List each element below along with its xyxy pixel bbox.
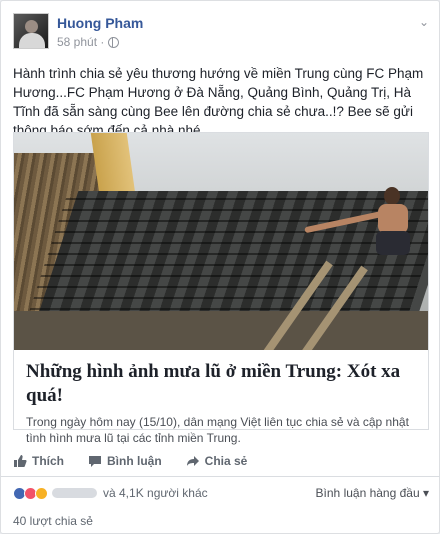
author-name[interactable]: Huong Pham (57, 15, 143, 31)
sad-reaction-icon[interactable] (35, 486, 48, 500)
comment-icon (89, 456, 101, 467)
post-card: Huong Pham 58 phút · ⌄ Hành trình chia s… (0, 0, 440, 534)
comment-label: Bình luận (107, 454, 162, 468)
divider (1, 476, 440, 477)
thumbs-up-icon (14, 455, 27, 467)
person-head (384, 187, 400, 205)
link-title[interactable]: Những hình ảnh mưa lũ ở miền Trung: Xót … (26, 360, 416, 408)
share-arrow-icon (186, 456, 199, 466)
like-label: Thích (32, 454, 64, 468)
link-preview[interactable]: Những hình ảnh mưa lũ ở miền Trung: Xót … (13, 132, 429, 445)
share-button[interactable]: Chia sẻ (186, 454, 248, 468)
avatar-head (25, 20, 38, 33)
post-meta: 58 phút · (57, 35, 120, 49)
reactions-bar: và 4,1K người khác Bình luận hàng đầu ▾ (13, 484, 429, 502)
chevron-down-icon[interactable]: ⌄ (419, 15, 429, 29)
person-legs (376, 231, 410, 255)
avatar-body (19, 33, 45, 48)
reaction-count[interactable]: và 4,1K người khác (103, 486, 208, 500)
post-text: Hành trình chia sẻ yêu thương hướng về m… (13, 66, 424, 138)
blurred-names (52, 488, 97, 498)
image-person (370, 187, 412, 257)
post-header: Huong Pham 58 phút · ⌄ (13, 13, 429, 53)
share-count[interactable]: 40 lượt chia sẻ (13, 514, 93, 528)
globe-icon (108, 36, 120, 48)
avatar[interactable] (13, 13, 49, 49)
comment-sort[interactable]: Bình luận hàng đầu ▾ (316, 486, 429, 500)
person-body (378, 204, 408, 234)
share-label: Chia sẻ (204, 454, 248, 468)
action-bar: Thích Bình luận Chia sẻ (13, 447, 429, 475)
comment-button[interactable]: Bình luận (88, 454, 162, 468)
like-button[interactable]: Thích (13, 454, 64, 468)
link-description: Trong ngày hôm nay (15/10), dân mạng Việ… (26, 415, 409, 445)
link-caption: Những hình ảnh mưa lũ ở miền Trung: Xót … (14, 350, 428, 445)
link-image[interactable] (14, 133, 428, 350)
post-time[interactable]: 58 phút · (57, 35, 104, 49)
image-wall (14, 311, 428, 350)
